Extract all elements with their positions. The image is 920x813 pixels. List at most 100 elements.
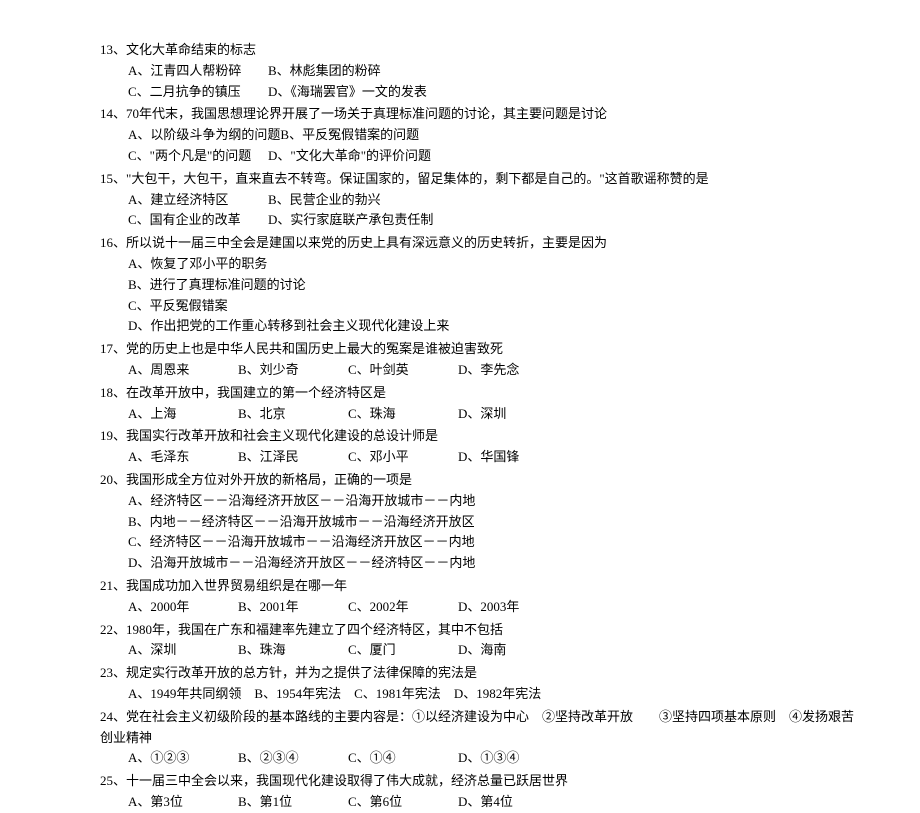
option-row: A、①②③B、②③④C、①④D、①③④	[100, 748, 860, 769]
option: C、"两个凡是"的问题	[128, 146, 268, 167]
option: A、周恩来	[128, 360, 238, 381]
option: B、民营企业的勃兴	[268, 190, 408, 211]
question: 22、1980年，我国在广东和福建率先建立了四个经济特区，其中不包括 A、深圳B、…	[100, 620, 860, 662]
option: B、②③④	[238, 748, 348, 769]
option-text: "两个凡是"的问题	[150, 148, 252, 163]
option-label: C、	[348, 750, 370, 765]
option-text: "文化大革命"的评价问题	[290, 148, 431, 163]
option: C、邓小平	[348, 447, 458, 468]
option: D、沿海开放城市－－沿海经济开放区－－经济特区－－内地	[128, 553, 475, 574]
option-text: 1981年宪法	[376, 686, 441, 701]
option: D、"文化大革命"的评价问题	[268, 146, 431, 167]
question-stem-text: 1980年，我国在广东和福建率先建立了四个经济特区，其中不包括	[126, 622, 503, 637]
option-row: A、上海B、北京C、珠海D、深圳	[100, 404, 860, 425]
option: A、2000年	[128, 597, 238, 618]
option-label: D、	[454, 686, 476, 701]
option-row: A、建立经济特区B、民营企业的勃兴	[100, 190, 860, 211]
option: B、平反冤假错案的问题	[280, 125, 420, 146]
question-number: 15、	[100, 171, 126, 186]
question-number: 18、	[100, 385, 126, 400]
option-label: B、	[280, 127, 302, 142]
option-text: 邓小平	[370, 449, 409, 464]
option-text: ①④	[370, 750, 396, 765]
option-label: C、	[128, 298, 150, 313]
option: A、江青四人帮粉碎	[128, 61, 268, 82]
question-stem: 19、我国实行改革开放和社会主义现代化建设的总设计师是	[100, 426, 860, 447]
option: B、内地－－经济特区－－沿海开放城市－－沿海经济开放区	[128, 512, 475, 533]
option: A、以阶级斗争为纲的问题	[128, 125, 280, 146]
option-text: 李先念	[480, 362, 519, 377]
question-stem-text: 十一届三中全会以来，我国现代化建设取得了伟大成就，经济总量已跃居世界	[126, 773, 568, 788]
option-label: C、	[348, 794, 370, 809]
option-text: ①③④	[480, 750, 519, 765]
option-label: D、	[458, 599, 480, 614]
option-label: B、	[238, 449, 260, 464]
option-label: A、	[128, 192, 150, 207]
option-label: A、	[128, 362, 150, 377]
option: B、珠海	[238, 640, 348, 661]
option-text: ①②③	[150, 750, 189, 765]
option-label: D、	[268, 212, 290, 227]
option-row: A、深圳B、珠海C、厦门D、海南	[100, 640, 860, 661]
question-stem-text: 党的历史上也是中华人民共和国历史上最大的冤案是谁被迫害致死	[126, 341, 503, 356]
question: 17、党的历史上也是中华人民共和国历史上最大的冤案是谁被迫害致死A、周恩来B、刘…	[100, 339, 860, 381]
option-label: A、	[128, 449, 150, 464]
option-row: C、国有企业的改革D、实行家庭联产承包责任制	[100, 210, 860, 231]
option-label: B、	[268, 192, 290, 207]
question-number: 22、	[100, 622, 126, 637]
option: C、厦门	[348, 640, 458, 661]
option-row: A、恢复了邓小平的职务	[100, 254, 860, 275]
option: D、华国锋	[458, 447, 568, 468]
questions-container: 13、文化大革命结束的标志A、江青四人帮粉碎B、林彪集团的粉碎C、二月抗争的镇压…	[100, 40, 860, 813]
option: A、经济特区－－沿海经济开放区－－沿海开放城市－－内地	[128, 491, 475, 512]
option-text: 1954年宪法	[276, 686, 341, 701]
option-text: 《海瑞罢官》一文的发表	[290, 84, 427, 99]
option-label: B、	[238, 794, 260, 809]
option: A、建立经济特区	[128, 190, 268, 211]
option-row: D、沿海开放城市－－沿海经济开放区－－经济特区－－内地	[100, 553, 860, 574]
question-number: 25、	[100, 773, 126, 788]
option-text: 2002年	[370, 599, 409, 614]
option: C、经济特区－－沿海开放城市－－沿海经济开放区－－内地	[128, 532, 475, 553]
option: B、林彪集团的粉碎	[268, 61, 408, 82]
option: C、2002年	[348, 597, 458, 618]
question: 16、所以说十一届三中全会是建国以来党的历史上具有深远意义的历史转折，主要是因为…	[100, 233, 860, 337]
option: A、①②③	[128, 748, 238, 769]
option: C、珠海	[348, 404, 458, 425]
question-number: 16、	[100, 235, 126, 250]
option-label: D、	[458, 449, 480, 464]
question-number: 24、	[100, 709, 126, 724]
option-label: C、	[128, 84, 150, 99]
option: D、作出把党的工作重心转移到社会主义现代化建设上来	[128, 316, 449, 337]
option-label: B、	[238, 362, 260, 377]
option-text: 第3位	[150, 794, 183, 809]
question-stem-text: 我国形成全方位对外开放的新格局，正确的一项是	[126, 472, 412, 487]
option: B、江泽民	[238, 447, 348, 468]
option: A、1949年共同纲领	[128, 684, 241, 705]
option-label: A、	[128, 750, 150, 765]
question-stem: 13、文化大革命结束的标志	[100, 40, 860, 61]
option-row: A、1949年共同纲领 B、1954年宪法 C、1981年宪法 D、1982年宪…	[100, 684, 860, 705]
option-label: B、	[128, 277, 150, 292]
option-label: C、	[128, 212, 150, 227]
option-row: A、经济特区－－沿海经济开放区－－沿海开放城市－－内地	[100, 491, 860, 512]
option-text: 第1位	[260, 794, 293, 809]
option-label: D、	[458, 362, 480, 377]
option-text: 平反冤假错案	[150, 298, 228, 313]
option-text: 二月抗争的镇压	[150, 84, 241, 99]
question-stem-text: 所以说十一届三中全会是建国以来党的历史上具有深远意义的历史转折，主要是因为	[126, 235, 607, 250]
option: C、平反冤假错案	[128, 296, 228, 317]
question-number: 14、	[100, 106, 126, 121]
question-stem: 16、所以说十一届三中全会是建国以来党的历史上具有深远意义的历史转折，主要是因为	[100, 233, 860, 254]
option: C、第6位	[348, 792, 458, 813]
option-label: B、	[254, 686, 276, 701]
option-label: A、	[128, 63, 150, 78]
option-row: B、内地－－经济特区－－沿海开放城市－－沿海经济开放区	[100, 512, 860, 533]
option-text: 国有企业的改革	[150, 212, 241, 227]
option-text: 上海	[150, 406, 176, 421]
option-label: A、	[128, 493, 150, 508]
option-label: C、	[348, 362, 370, 377]
option: A、深圳	[128, 640, 238, 661]
option: C、①④	[348, 748, 458, 769]
option-text: 2003年	[480, 599, 519, 614]
